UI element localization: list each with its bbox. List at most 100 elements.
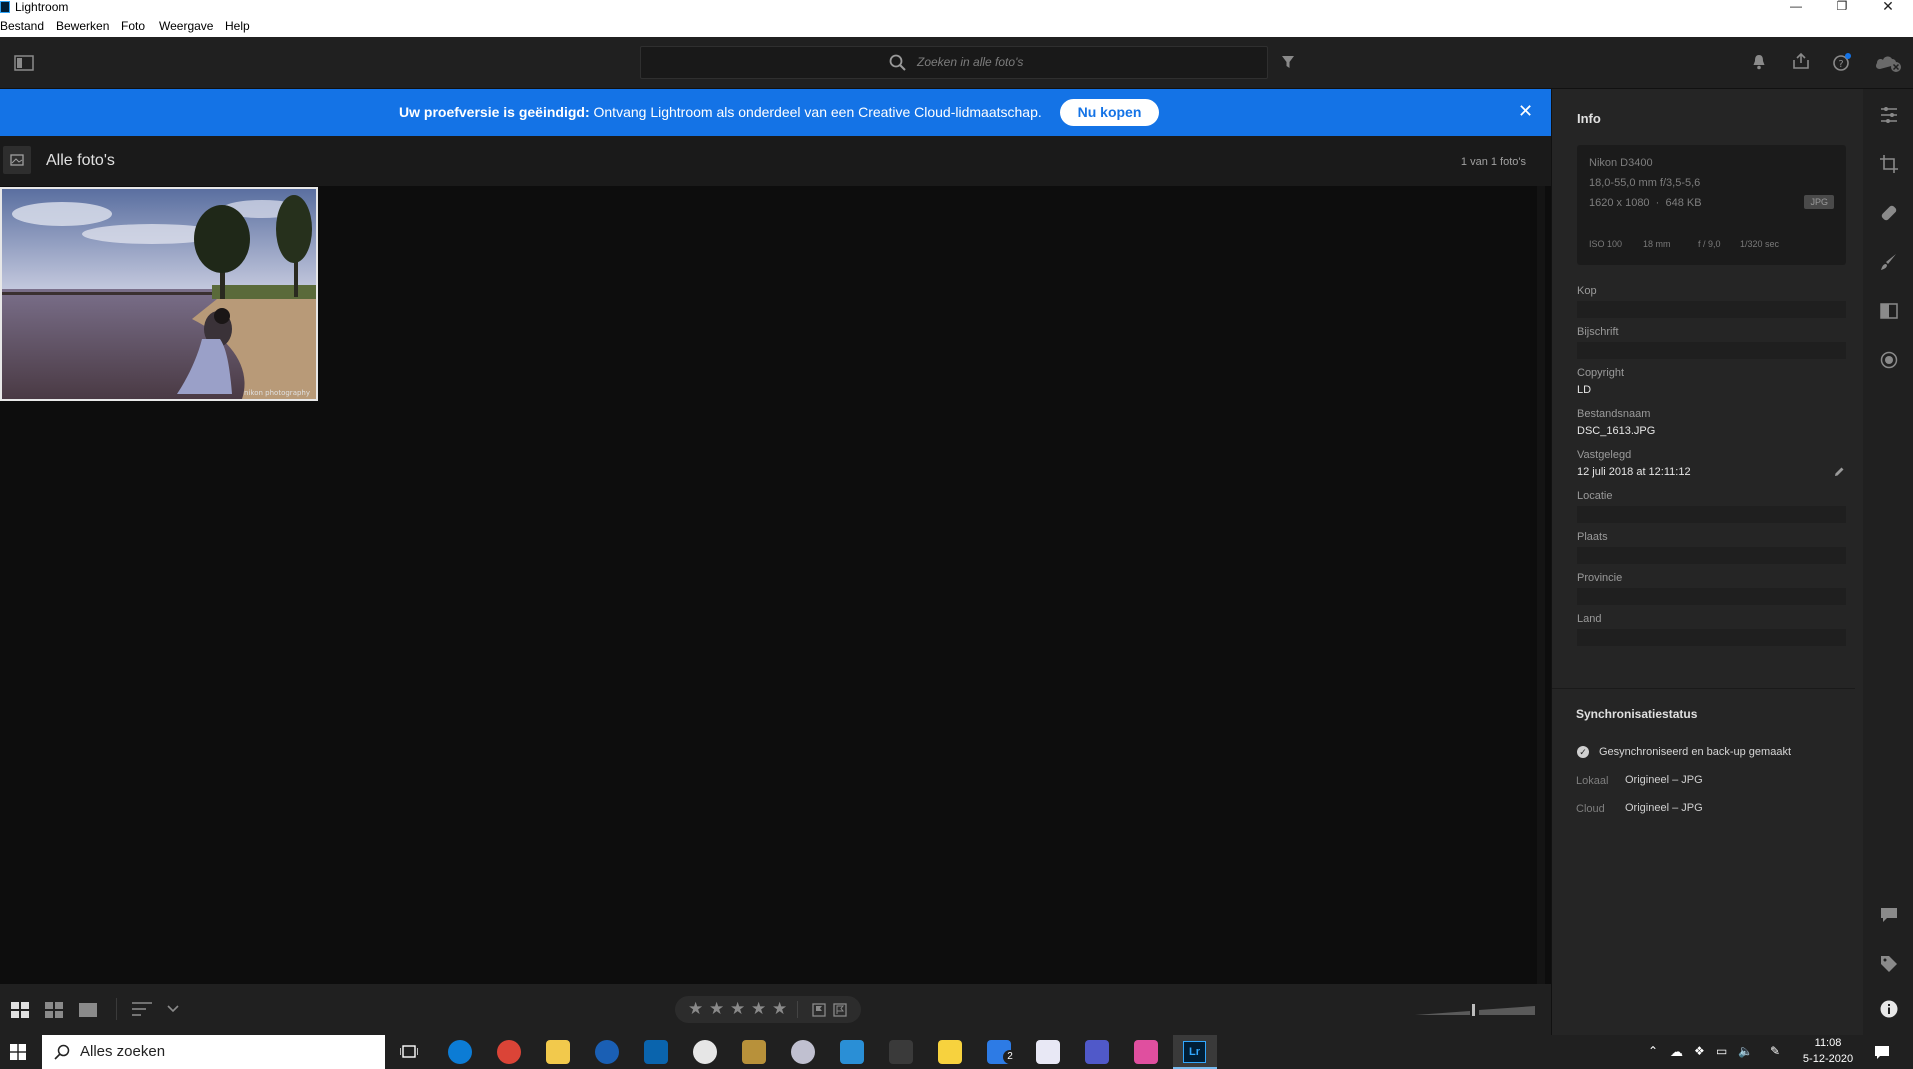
cloud-status-icon[interactable] (1874, 53, 1904, 73)
provincie-label: Provincie (1577, 572, 1623, 584)
brush-icon[interactable] (1880, 253, 1898, 271)
star-3-icon[interactable]: ★ (730, 999, 745, 1019)
crop-icon[interactable] (1880, 155, 1898, 173)
grid-scrollbar[interactable] (1537, 186, 1545, 984)
linear-gradient-icon[interactable] (1880, 302, 1898, 320)
photo-count: 1 van 1 foto's (1460, 156, 1526, 168)
pen-icon[interactable]: ✎ (1770, 1044, 1780, 1058)
sync-check-icon: ✓ (1577, 746, 1589, 758)
task-view-icon[interactable] (400, 1044, 418, 1060)
image-dimensions: 1620 x 1080 (1589, 197, 1650, 209)
tray-chevron-icon[interactable]: ⌃ (1648, 1044, 1658, 1058)
lokaal-value: Origineel – JPG (1625, 774, 1703, 786)
m-app-icon[interactable] (1036, 1040, 1060, 1064)
volume-icon[interactable]: 🔈 (1738, 1044, 1753, 1058)
file-explorer-app-icon[interactable] (546, 1040, 570, 1064)
bestandsnaam-label: Bestandsnaam (1577, 408, 1651, 420)
tag-icon[interactable] (1880, 955, 1898, 973)
star-2-icon[interactable]: ★ (709, 999, 724, 1019)
photo-thumbnail[interactable]: nikon photography (0, 187, 318, 401)
photo-grid-icon[interactable] (45, 1002, 63, 1018)
flag-reject-icon[interactable] (833, 1003, 847, 1017)
locatie-label: Locatie (1577, 490, 1613, 502)
todo-app-icon[interactable]: 2 (987, 1040, 1017, 1064)
search-input[interactable]: Zoeken in alle foto's (917, 55, 1023, 69)
info-icon[interactable] (1880, 1000, 1898, 1018)
taskbar-search-icon (54, 1044, 70, 1060)
star-5-icon[interactable]: ★ (772, 999, 787, 1019)
radial-gradient-icon[interactable] (1880, 351, 1898, 369)
menu-foto[interactable]: Foto (121, 19, 145, 33)
blue-app-icon[interactable] (840, 1040, 864, 1064)
detail-view-icon[interactable] (79, 1002, 97, 1018)
onedrive-icon[interactable]: ☁ (1670, 1044, 1683, 1060)
close-window-button[interactable]: ✕ (1868, 0, 1908, 16)
provincie-input[interactable] (1577, 588, 1846, 605)
share-icon[interactable] (1792, 52, 1810, 70)
sonos-app-icon[interactable] (742, 1040, 766, 1064)
bestandsnaam-value: DSC_1613.JPG (1577, 425, 1656, 437)
plaats-label: Plaats (1577, 531, 1608, 543)
media-app-icon[interactable] (693, 1040, 717, 1064)
adjust-sliders-icon[interactable] (1880, 106, 1898, 124)
todo-badge: 2 (1003, 1050, 1017, 1064)
cloud-label: Cloud (1576, 803, 1605, 815)
dropbox-icon[interactable]: ❖ (1694, 1044, 1705, 1058)
taskbar-search-input[interactable]: Alles zoeken (80, 1043, 165, 1060)
windows-start-icon[interactable] (10, 1044, 26, 1060)
kop-input[interactable] (1577, 301, 1846, 318)
file-size: 648 KB (1665, 197, 1702, 209)
camera-model: Nikon D3400 (1589, 157, 1653, 169)
sticky-notes-app-icon[interactable] (938, 1040, 962, 1064)
aperture-value: f / 9,0 (1698, 239, 1721, 249)
network-icon[interactable]: ▭ (1716, 1044, 1727, 1058)
sync-status-title: Synchronisatiestatus (1576, 707, 1698, 721)
photo-app-icon[interactable] (1134, 1040, 1158, 1064)
paint-app-icon[interactable] (791, 1040, 815, 1064)
clock-date[interactable]: 5-12-2020 (1800, 1053, 1856, 1065)
restore-button[interactable]: ❐ (1822, 0, 1862, 16)
star-1-icon[interactable]: ★ (688, 999, 703, 1019)
outlook-app-icon[interactable] (644, 1040, 668, 1064)
lightroom-taskbar-active[interactable]: Lr (1173, 1035, 1217, 1069)
minimize-button[interactable]: — (1776, 0, 1816, 16)
chevron-down-icon[interactable] (167, 1005, 179, 1013)
edge-app-icon[interactable] (448, 1040, 472, 1064)
help-icon[interactable]: ? (1832, 52, 1852, 72)
bell-icon[interactable] (1752, 54, 1766, 70)
chart-app-icon[interactable] (889, 1040, 913, 1064)
square-grid-icon[interactable] (11, 1002, 29, 1018)
search-box[interactable]: Zoeken in alle foto's (640, 46, 1268, 79)
flag-pick-icon[interactable] (812, 1003, 826, 1017)
menu-help[interactable]: Help (225, 19, 250, 33)
bijschrift-label: Bijschrift (1577, 326, 1619, 338)
teams-app-icon[interactable] (1085, 1040, 1109, 1064)
menu-weergave[interactable]: Weergave (159, 19, 213, 33)
star-4-icon[interactable]: ★ (751, 999, 766, 1019)
sort-icon[interactable] (132, 1002, 152, 1016)
toolbar-divider (116, 998, 117, 1020)
chrome-app-icon[interactable] (497, 1040, 521, 1064)
land-label: Land (1577, 613, 1602, 625)
clock-time[interactable]: 11:08 (1800, 1037, 1856, 1049)
land-input[interactable] (1577, 629, 1846, 646)
healing-bandage-icon[interactable] (1880, 204, 1898, 222)
format-badge: JPG (1804, 195, 1834, 209)
comment-icon[interactable] (1880, 906, 1898, 924)
copyright-value[interactable]: LD (1577, 384, 1591, 396)
thumbnail-size-slider[interactable] (1415, 1001, 1535, 1017)
edit-pencil-icon[interactable] (1833, 466, 1845, 478)
filter-icon[interactable] (1281, 55, 1295, 69)
taskbar-search[interactable]: Alles zoeken (42, 1035, 385, 1069)
plaats-input[interactable] (1577, 547, 1846, 564)
locatie-input[interactable] (1577, 506, 1846, 523)
library-header: Alle foto's 1 van 1 foto's (0, 136, 1551, 186)
bijschrift-input[interactable] (1577, 342, 1846, 359)
menu-bewerken[interactable]: Bewerken (56, 19, 109, 33)
menu-bestand[interactable]: Bestand (0, 19, 44, 33)
mail-app-icon[interactable] (595, 1040, 619, 1064)
buy-now-button[interactable]: Nu kopen (1060, 99, 1159, 126)
close-banner-icon[interactable]: ✕ (1518, 101, 1533, 122)
notifications-icon[interactable] (1874, 1045, 1890, 1060)
sidebar-toggle-icon[interactable] (14, 55, 34, 71)
